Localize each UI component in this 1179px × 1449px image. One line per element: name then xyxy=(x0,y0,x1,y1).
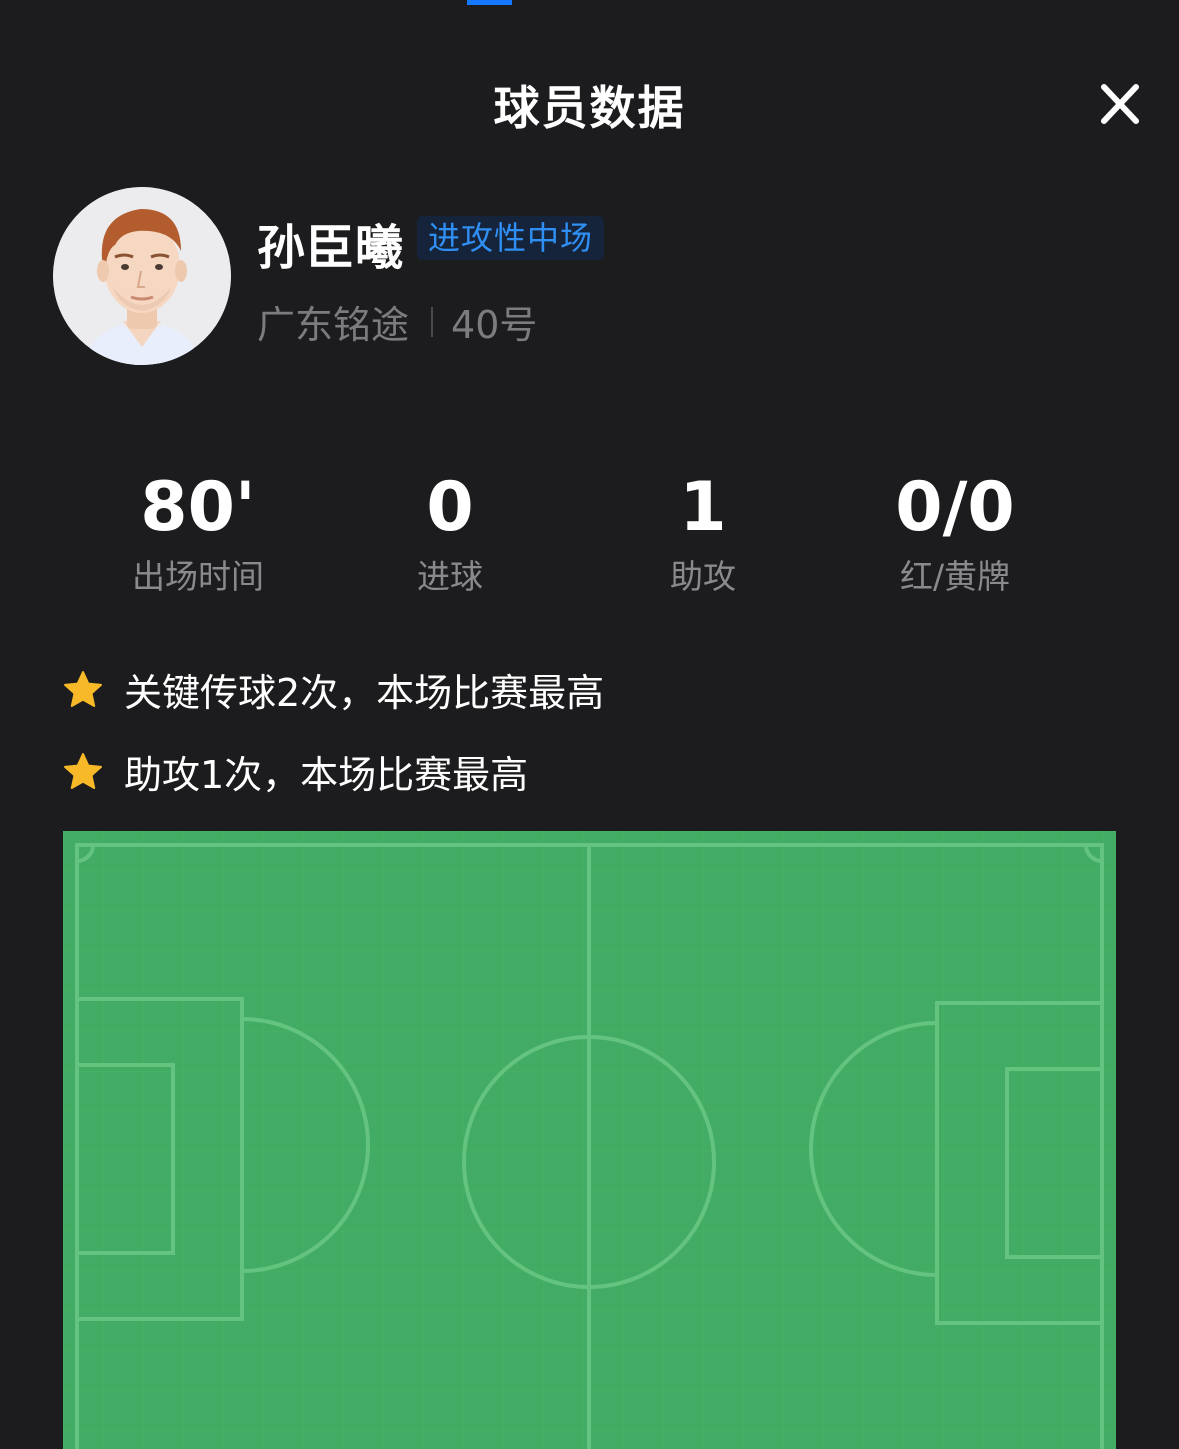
page-title: 球员数据 xyxy=(493,81,686,135)
stat-value: 0 xyxy=(426,468,474,547)
team-name: 广东铭途 xyxy=(257,303,410,347)
jersey-number: 40号 xyxy=(451,303,538,347)
stat-value: 80' xyxy=(140,468,256,547)
stat-goals: 0 进球 xyxy=(340,468,560,598)
highlight-text: 关键传球2次，本场比赛最高 xyxy=(124,671,605,715)
team-info: 广东铭途 40号 xyxy=(257,294,537,349)
tab-indicator xyxy=(467,0,512,5)
stat-assists: 1 助攻 xyxy=(593,468,813,598)
avatar xyxy=(53,187,231,365)
highlight-item: 关键传球2次，本场比赛最高 xyxy=(62,662,604,717)
highlight-item: 助攻1次，本场比赛最高 xyxy=(62,744,528,799)
stat-label: 出场时间 xyxy=(132,557,264,596)
stats-row: 80' 出场时间 0 进球 1 助攻 0/0 红/黄牌 xyxy=(0,468,1179,608)
stat-label: 助攻 xyxy=(670,557,736,596)
highlight-text: 助攻1次，本场比赛最高 xyxy=(124,753,529,797)
star-icon xyxy=(64,752,102,789)
player-avatar-illustration xyxy=(53,187,231,365)
close-icon xyxy=(1101,84,1139,124)
stat-label: 进球 xyxy=(417,557,483,596)
player-name: 孙臣曦 xyxy=(257,220,405,276)
divider xyxy=(431,306,434,337)
star-icon xyxy=(64,670,102,707)
stat-cards: 0/0 红/黄牌 xyxy=(845,468,1065,598)
stat-minutes: 80' 出场时间 xyxy=(88,468,308,598)
close-button[interactable] xyxy=(1093,78,1147,132)
player-stats-sheet: 球员数据 孙臣曦 进攻性中场 广东铭途 40号 80' 出场时间 0 进球 1 … xyxy=(0,0,1179,1449)
position-badge: 进攻性中场 xyxy=(417,216,605,260)
stat-value: 0/0 xyxy=(895,468,1015,547)
stat-label: 红/黄牌 xyxy=(899,557,1011,596)
stat-value: 1 xyxy=(679,468,727,547)
football-pitch xyxy=(63,831,1116,1449)
